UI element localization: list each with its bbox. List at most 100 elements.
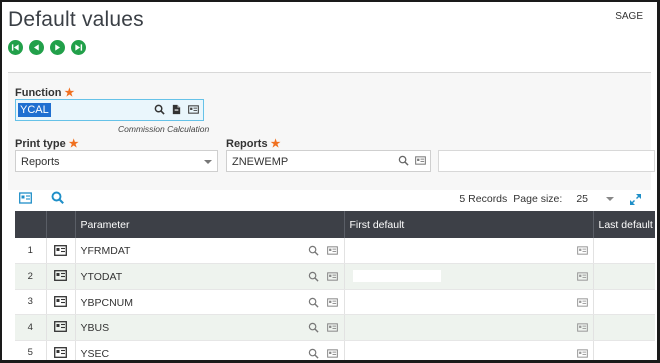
parameter-cell[interactable]: YFRMDAT [75, 238, 345, 264]
detail-card-icon[interactable] [576, 322, 588, 336]
row-edit-cell[interactable] [46, 238, 76, 264]
row-edit-cell[interactable] [46, 314, 76, 341]
record-navigation [8, 40, 86, 55]
row-edit-icon[interactable] [54, 244, 67, 259]
chevron-down-icon[interactable] [606, 197, 614, 201]
last-default-cell[interactable] [593, 289, 655, 315]
row-edit-cell[interactable] [46, 289, 76, 315]
row-edit-icon[interactable] [54, 346, 67, 360]
parameter-value: YFRMDAT [80, 245, 131, 257]
detail-card-icon[interactable] [415, 155, 426, 166]
last-default-cell[interactable] [593, 314, 655, 341]
next-record-icon [55, 44, 61, 51]
last-default-cell[interactable] [593, 238, 655, 264]
required-marker: ★ [64, 87, 75, 99]
table-row[interactable]: 4 YBUS [15, 314, 655, 341]
reports-label: Reports ★ [226, 138, 281, 150]
column-header-first-default[interactable]: First default [344, 211, 594, 238]
detail-card-icon[interactable] [576, 348, 588, 361]
input-highlight [352, 270, 441, 282]
last-record-button[interactable] [71, 40, 86, 55]
detail-card-icon[interactable] [326, 297, 338, 311]
parameter-value: YBPCNUM [80, 296, 134, 309]
row-number: 3 [15, 289, 47, 315]
first-default-cell[interactable] [344, 238, 594, 264]
search-icon[interactable] [308, 322, 319, 336]
search-icon[interactable] [308, 348, 319, 361]
first-default-cell[interactable] [344, 340, 594, 361]
search-icon[interactable] [308, 297, 319, 311]
detail-view-icon[interactable] [19, 191, 32, 204]
search-icon[interactable] [308, 271, 319, 285]
parameter-cell[interactable]: YSEC [75, 340, 345, 361]
reports-field[interactable]: ZNEWEMP [226, 150, 431, 172]
table-header-row: Parameter First default Last default [15, 211, 655, 238]
function-label: Function ★ [15, 87, 75, 99]
parameter-cell[interactable]: YTODAT [75, 263, 345, 290]
row-edit-icon[interactable] [54, 270, 67, 284]
detail-card-icon[interactable] [326, 322, 338, 336]
row-edit-cell[interactable] [46, 340, 76, 360]
row-number: 2 [15, 263, 47, 290]
tenant-name: SAGE [615, 11, 643, 22]
criteria-panel [8, 73, 651, 190]
detail-card-icon[interactable] [326, 348, 338, 361]
row-number: 5 [15, 340, 47, 360]
column-header-last-default[interactable]: Last default [593, 211, 655, 238]
record-count: 5 Records [459, 193, 508, 205]
window-frame: Default values SAGE Function ★ YCAL Commi… [0, 0, 660, 363]
detail-card-icon[interactable] [326, 271, 338, 285]
table-row[interactable]: 1 YFRMDAT [15, 238, 655, 264]
table-row[interactable]: 3 YBPCNUM [15, 289, 655, 315]
new-document-icon[interactable] [171, 104, 182, 115]
chevron-down-icon[interactable] [204, 160, 212, 164]
print-type-value: Reports [21, 156, 60, 168]
required-marker: ★ [68, 138, 79, 150]
function-field[interactable]: YCAL [15, 99, 204, 121]
row-number: 1 [15, 238, 47, 264]
search-icon[interactable] [51, 191, 64, 204]
detail-card-icon[interactable] [576, 245, 588, 259]
last-default-cell[interactable] [593, 340, 655, 360]
print-type-select[interactable]: Reports [15, 150, 218, 172]
search-icon[interactable] [308, 245, 319, 259]
table-row[interactable]: 5 YSEC [15, 340, 655, 361]
parameter-cell[interactable]: YBPCNUM [75, 289, 345, 315]
table-row[interactable]: 2 YTODAT [15, 263, 655, 290]
parameter-value: YSEC [80, 347, 110, 360]
function-value[interactable]: YCAL [18, 103, 51, 117]
previous-record-button[interactable] [29, 40, 44, 55]
expand-icon[interactable] [630, 193, 641, 205]
detail-card-icon[interactable] [326, 245, 338, 259]
page-size-label: Page size: [513, 193, 563, 205]
first-default-cell[interactable] [344, 263, 594, 290]
column-header-parameter[interactable]: Parameter [75, 211, 345, 238]
row-edit-icon[interactable] [54, 321, 67, 335]
detail-card-icon[interactable] [576, 297, 588, 311]
page-title: Default values [8, 8, 144, 31]
first-record-button[interactable] [8, 40, 23, 55]
row-number-header [15, 211, 47, 238]
detail-card-icon[interactable] [576, 271, 588, 285]
first-default-cell[interactable] [344, 289, 594, 315]
default-values-grid: Parameter First default Last default 1 YF… [15, 211, 655, 361]
last-record-icon [75, 44, 83, 51]
edit-column-header [46, 211, 76, 238]
first-record-icon [11, 44, 19, 51]
row-number: 4 [15, 314, 47, 341]
next-record-button[interactable] [50, 40, 65, 55]
first-default-cell[interactable] [344, 314, 594, 341]
row-edit-cell[interactable] [46, 263, 76, 290]
parameter-cell[interactable]: YBUS [75, 314, 345, 341]
last-default-cell[interactable] [593, 263, 655, 290]
previous-record-icon [33, 44, 39, 51]
page-size-value[interactable]: 25 [576, 193, 588, 205]
required-marker: ★ [270, 138, 281, 150]
row-edit-icon[interactable] [54, 295, 67, 310]
parameter-value: YBUS [80, 322, 110, 334]
search-icon[interactable] [398, 155, 409, 166]
detail-card-icon[interactable] [188, 104, 199, 115]
reports-description-field [438, 150, 655, 172]
function-description: Commission Calculation [118, 124, 210, 134]
search-icon[interactable] [154, 104, 165, 115]
